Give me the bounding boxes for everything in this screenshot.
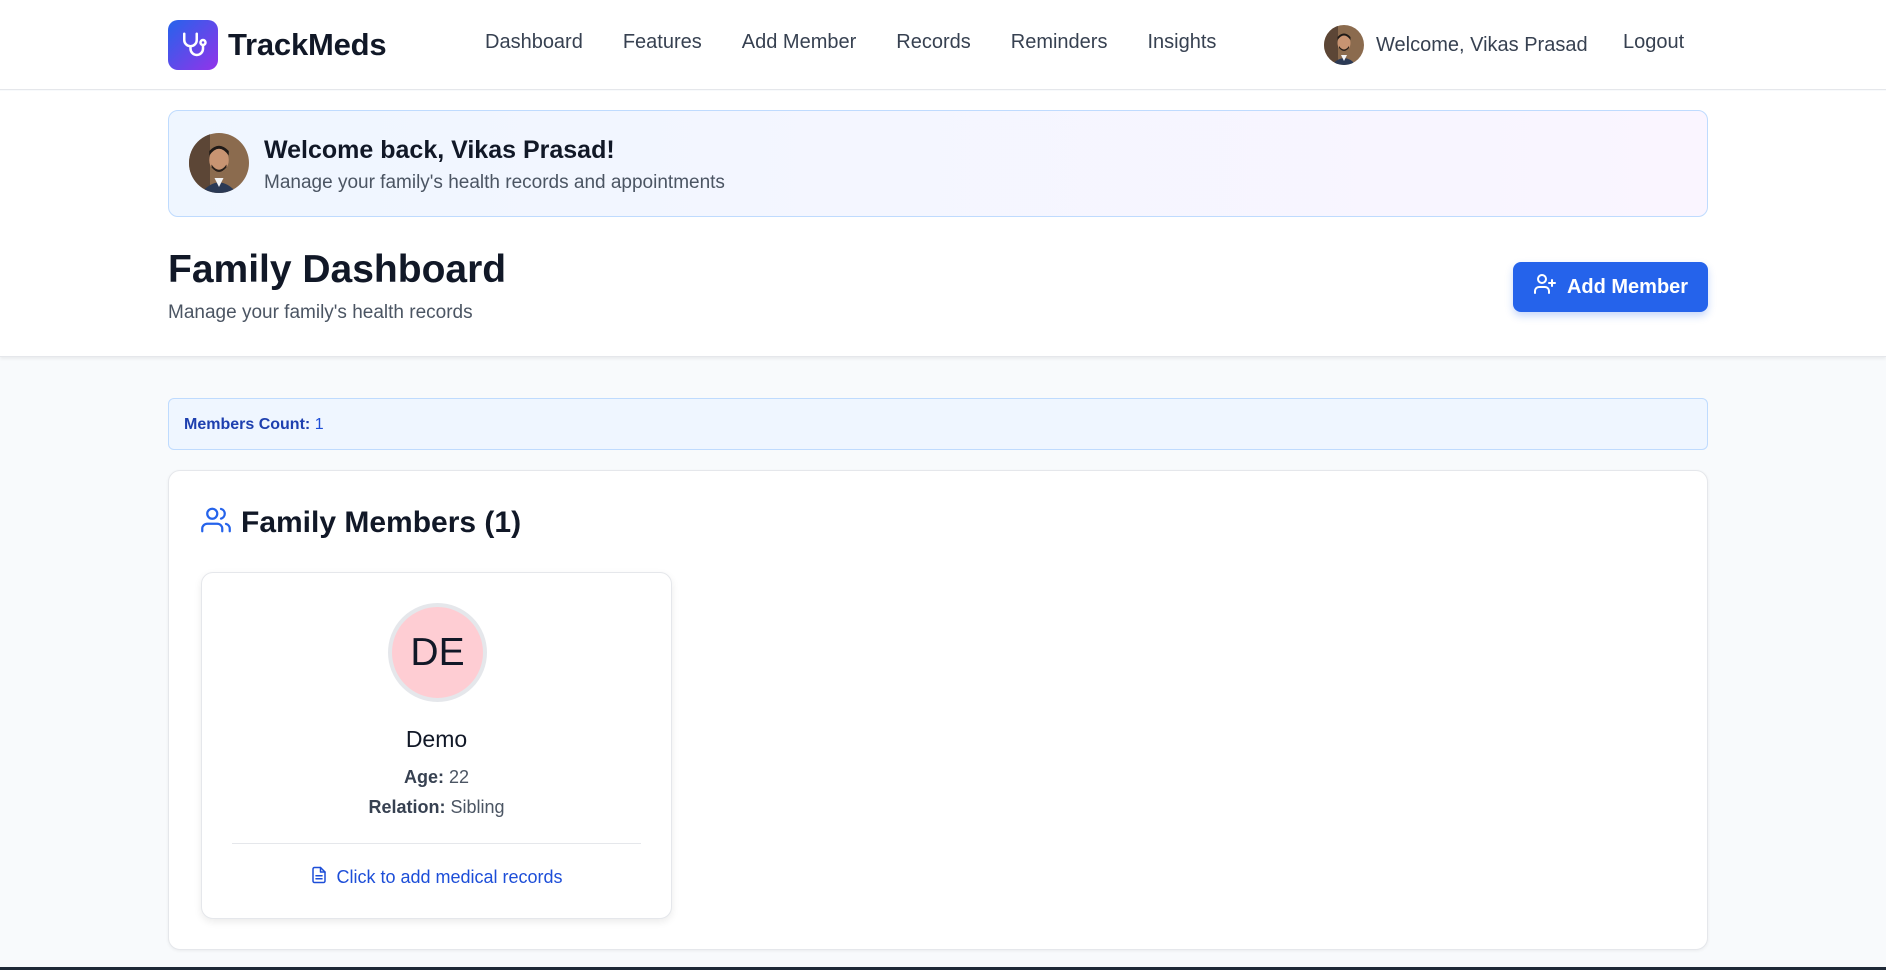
age-value: 22 bbox=[448, 767, 470, 787]
relation-value: Sibling bbox=[450, 797, 505, 817]
avatar bbox=[1324, 25, 1364, 65]
member-name: Demo bbox=[405, 726, 468, 752]
age-label: Age: bbox=[403, 767, 444, 787]
app-name: TrackMeds bbox=[228, 27, 387, 62]
add-medical-records-link[interactable]: Click to add medical records bbox=[202, 866, 671, 889]
file-text-icon bbox=[310, 866, 328, 889]
nav-features[interactable]: Features bbox=[623, 31, 702, 54]
avatar bbox=[189, 133, 249, 193]
nav-add-member[interactable]: Add Member bbox=[742, 31, 857, 54]
welcome-user-text: Welcome, Vikas Prasad bbox=[1376, 33, 1588, 56]
welcome-banner: Welcome back, Vikas Prasad! Manage your … bbox=[168, 110, 1708, 217]
nav-records[interactable]: Records bbox=[896, 31, 970, 54]
section-title: Family Members (1) bbox=[201, 505, 521, 540]
user-menu[interactable]: Welcome, Vikas Prasad bbox=[1324, 25, 1588, 65]
section-title-text: Family Members (1) bbox=[241, 505, 522, 539]
family-members-panel: Family Members (1) DE Demo Age: 22 Relat… bbox=[168, 470, 1708, 950]
welcome-title: Welcome back, Vikas Prasad! bbox=[264, 136, 615, 164]
nav-insights[interactable]: Insights bbox=[1147, 31, 1216, 54]
nav-links: Dashboard Features Add Member Records Re… bbox=[485, 31, 1216, 54]
nav-dashboard[interactable]: Dashboard bbox=[485, 31, 583, 54]
card-divider bbox=[232, 843, 641, 844]
add-member-button[interactable]: Add Member bbox=[1513, 262, 1708, 312]
logo[interactable]: TrackMeds bbox=[168, 20, 387, 70]
user-plus-icon bbox=[1533, 272, 1557, 302]
members-count-label: Members Count: bbox=[184, 416, 311, 433]
page-title: Family Dashboard bbox=[168, 248, 507, 291]
stethoscope-icon bbox=[168, 20, 218, 70]
nav-reminders[interactable]: Reminders bbox=[1011, 31, 1108, 54]
welcome-subtitle: Manage your family's health records and … bbox=[264, 172, 725, 193]
relation-label: Relation: bbox=[368, 797, 446, 817]
add-medical-records-label: Click to add medical records bbox=[336, 867, 563, 887]
member-age: Age: 22 bbox=[202, 767, 671, 788]
member-relation: Relation: Sibling bbox=[202, 797, 671, 818]
logout-link[interactable]: Logout bbox=[1623, 31, 1684, 54]
members-count-value: 1 bbox=[314, 416, 324, 433]
page-subtitle: Manage your family's health records bbox=[168, 302, 473, 323]
users-icon bbox=[201, 505, 231, 540]
member-card[interactable]: DE Demo Age: 22 Relation: Sibling Click … bbox=[201, 572, 672, 919]
top-navbar: TrackMeds Dashboard Features Add Member … bbox=[0, 0, 1886, 90]
members-count-bar: Members Count: 1 bbox=[168, 398, 1708, 450]
add-member-label: Add Member bbox=[1566, 275, 1689, 298]
member-avatar: DE bbox=[388, 603, 487, 702]
